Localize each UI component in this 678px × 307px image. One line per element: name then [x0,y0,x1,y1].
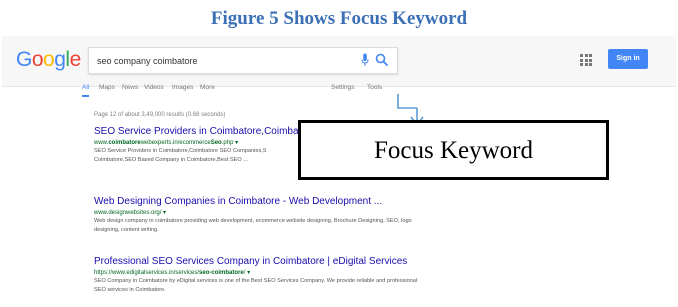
logo-letter: o [31,48,44,71]
result-title-link[interactable]: Professional SEO Services Company in Coi… [94,256,574,267]
url-text: www. [94,140,109,146]
logo-letter: o [43,48,55,71]
search-input[interactable] [95,51,349,71]
search-result: Web Designing Companies in Coimbatore - … [94,196,574,235]
sign-in-button[interactable]: Sign in [608,49,648,69]
tab-all[interactable]: All [82,84,90,97]
google-header: Google Sign in [2,36,676,87]
tab-settings[interactable]: Settings [331,84,355,91]
tab-videos[interactable]: Videos [144,84,164,91]
tab-images[interactable]: Images [172,84,193,91]
result-snippet: SEO Service Providers in Coimbatore,Coim… [94,148,267,163]
tab-more[interactable]: More [200,84,215,91]
google-logo[interactable]: Google [16,48,81,72]
url-keyword: seo-coimbatore [199,270,244,276]
result-stats: Page 12 of about 3,49,000 results (0.68 … [94,112,226,118]
result-url[interactable]: www.designwebsites.org/ ▾ [94,209,574,216]
dropdown-arrow-icon[interactable]: ▾ [235,140,238,146]
result-url[interactable]: https://www.edigitalservices.in/services… [94,269,574,276]
logo-letter: e [69,48,82,71]
focus-keyword-callout: Focus Keyword [298,120,609,180]
microphone-icon[interactable] [361,53,369,67]
url-text: .php [221,140,234,146]
search-icon[interactable] [375,53,389,67]
tab-news[interactable]: News [122,84,138,91]
url-text: webexperts.in/ecommerce [140,140,211,146]
url-text: www.designwebsites.org/ [94,210,162,216]
callout-label: Focus Keyword [373,137,533,164]
url-keyword: coimbatore [108,140,141,146]
logo-letter: G [16,48,32,71]
url-text: / [243,270,246,276]
dropdown-arrow-icon[interactable]: ▾ [163,210,166,216]
result-snippet: SEO Company in Coimbatore by eDigital se… [94,278,418,293]
tab-maps[interactable]: Maps [99,84,115,91]
result-snippet: Web design company in coimbatore providi… [94,218,412,233]
apps-grid-icon[interactable] [580,54,592,66]
result-title-link[interactable]: Web Designing Companies in Coimbatore - … [94,196,574,207]
logo-letter: g [54,48,66,71]
search-box [88,47,398,74]
search-result: Professional SEO Services Company in Coi… [94,256,574,295]
figure-caption: Figure 5 Shows Focus Keyword [210,8,468,29]
tab-tools[interactable]: Tools [367,84,382,91]
dropdown-arrow-icon[interactable]: ▾ [247,270,250,276]
url-keyword: Seo [210,140,222,146]
url-text: https://www.edigitalservices.in/services… [94,270,200,276]
